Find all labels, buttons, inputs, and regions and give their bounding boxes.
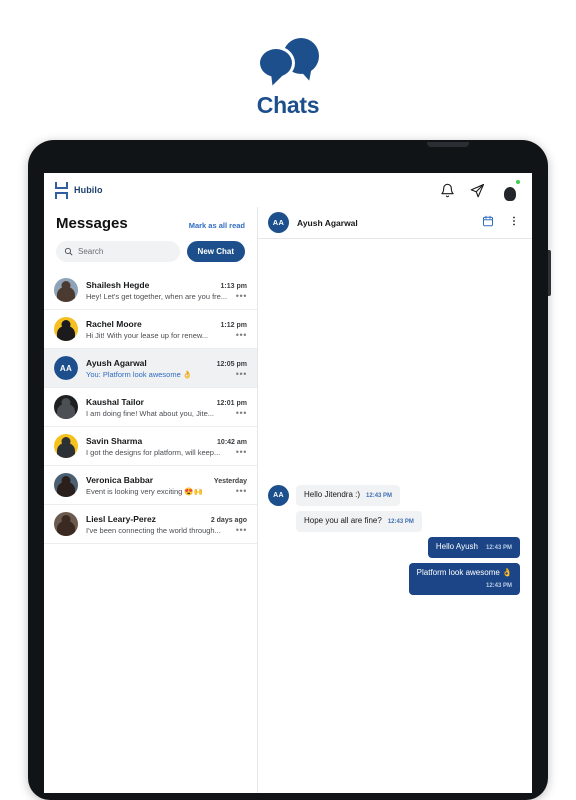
list-item[interactable]: Liesl Leary-Perez 2 days ago I've been con… bbox=[44, 505, 257, 544]
list-item-preview: Hey! Let's get together, when are you fr… bbox=[86, 291, 228, 301]
message-thread: AA Hello Jitendra :) 12:43 PMAA Hope you al… bbox=[258, 239, 532, 793]
list-item-time: 1:12 pm bbox=[220, 321, 247, 329]
device-screen: Hubilo Messages Mark as all read Search … bbox=[44, 173, 532, 793]
avatar bbox=[54, 278, 78, 302]
message-row: AAHope you all are fine?12:43 PM bbox=[268, 511, 520, 532]
list-item-name: Rachel Moore bbox=[86, 318, 142, 329]
tablet-device-frame: Hubilo Messages Mark as all read Search … bbox=[28, 140, 551, 800]
list-item-name: Savin Sharma bbox=[86, 435, 143, 446]
list-item-menu-button[interactable]: ••• bbox=[236, 330, 247, 340]
brand-name-label: Hubilo bbox=[74, 185, 103, 195]
device-camera-notch bbox=[427, 142, 469, 147]
calendar-icon[interactable] bbox=[482, 214, 494, 232]
list-item[interactable]: AA Ayush Agarwal 12:05 pm You: Platform loo… bbox=[44, 349, 257, 388]
device-side-button bbox=[548, 250, 551, 296]
message-row: Platform look awesome 👌 12:43 PM bbox=[268, 562, 520, 595]
message-text: Hello Jitendra :) bbox=[304, 490, 361, 499]
list-item[interactable]: Rachel Moore 1:12 pm Hi Jit! With your lea… bbox=[44, 310, 257, 349]
avatar bbox=[54, 473, 78, 497]
list-item-menu-button[interactable]: ••• bbox=[236, 369, 247, 379]
messages-heading: Messages bbox=[56, 215, 128, 232]
list-item-preview: I got the designs for platform, will kee… bbox=[86, 447, 221, 457]
app-top-bar: Hubilo bbox=[44, 173, 532, 207]
message-bubble: Hope you all are fine? 12:43 PM bbox=[296, 511, 422, 532]
notification-bell-icon[interactable] bbox=[440, 183, 455, 198]
new-chat-button[interactable]: New Chat bbox=[186, 241, 245, 262]
list-item-menu-button[interactable]: ••• bbox=[236, 408, 247, 418]
search-icon bbox=[64, 243, 73, 261]
message-text: Hello Ayush bbox=[435, 542, 478, 551]
list-item[interactable]: Shailesh Hegde 1:13 pm Hey! Let's get toge… bbox=[44, 271, 257, 310]
message-timestamp: 12:43 PM bbox=[387, 519, 414, 525]
list-item-time: 12:01 pm bbox=[216, 399, 247, 407]
messages-list-pane: Messages Mark as all read New Chat bbox=[44, 207, 258, 793]
avatar bbox=[54, 395, 78, 419]
message-bubble: Hello Jitendra :) 12:43 PM bbox=[296, 485, 401, 506]
message-text: Platform look awesome 👌 bbox=[416, 567, 512, 577]
list-item-preview: I am doing fine! What about you, Jite... bbox=[86, 408, 214, 418]
mark-all-read-button[interactable]: Mark as all read bbox=[189, 221, 245, 230]
avatar bbox=[54, 317, 78, 341]
list-item-menu-button[interactable]: ••• bbox=[236, 291, 247, 301]
chat-header-name: Ayush Agarwal bbox=[297, 217, 358, 228]
list-item-name: Shailesh Hegde bbox=[86, 279, 150, 290]
list-item-preview: Event is looking very exciting 😍🙌 bbox=[86, 486, 204, 496]
app-hero: Chats bbox=[0, 0, 576, 130]
avatar bbox=[54, 512, 78, 536]
search-field-wrapper[interactable] bbox=[56, 241, 180, 262]
message-text: Hope you all are fine? bbox=[304, 516, 382, 525]
list-item-menu-button[interactable]: ••• bbox=[236, 486, 247, 496]
message-row: Hello Ayush 12:43 PM bbox=[268, 537, 520, 558]
chat-pane: AA Ayush Agarwal AA Hello Jitendra:) 12… bbox=[258, 207, 532, 793]
list-item-name: Veronica Babbar bbox=[86, 474, 154, 485]
message-timestamp: 12:43 PM bbox=[485, 545, 512, 551]
avatar[interactable] bbox=[500, 179, 521, 200]
message-row: AA Hello Jitendra :) 12:43 PM bbox=[268, 485, 520, 506]
list-item-time: 10:42 am bbox=[217, 438, 247, 446]
list-item-preview: Hi Jit! With your lease up for renew... bbox=[86, 330, 209, 340]
list-item-name: Liesl Leary-Perez bbox=[86, 513, 156, 524]
message-bubble: Platform look awesome 👌 12:43 PM bbox=[408, 562, 520, 595]
more-vertical-icon[interactable] bbox=[508, 214, 520, 232]
message-bubble: Hello Ayush 12:43 PM bbox=[427, 537, 520, 558]
list-item-menu-button[interactable]: ••• bbox=[236, 447, 247, 457]
chat-bubbles-icon bbox=[257, 34, 319, 82]
list-item-time: 12:05 pm bbox=[216, 360, 247, 368]
avatar bbox=[54, 434, 78, 458]
list-item[interactable]: Veronica Babbar Yesterday Event is looking… bbox=[44, 466, 257, 505]
list-item-time: 2 days ago bbox=[210, 516, 247, 524]
list-item-name: Kaushal Tailor bbox=[86, 396, 144, 407]
chat-header: AA Ayush Agarwal bbox=[258, 207, 532, 239]
page-title: Chats bbox=[256, 92, 320, 118]
send-paper-plane-icon[interactable] bbox=[470, 183, 485, 198]
list-item-preview: You: Platform look awesome 👌 bbox=[86, 369, 193, 379]
conversation-list: Shailesh Hegde 1:13 pm Hey! Let's get toge… bbox=[44, 271, 257, 793]
search-input[interactable] bbox=[78, 247, 172, 256]
list-item-name: Ayush Agarwal bbox=[86, 357, 147, 368]
status-badge bbox=[515, 179, 521, 185]
message-timestamp: 12:43 PM bbox=[366, 493, 393, 499]
brand-logo[interactable]: Hubilo bbox=[54, 181, 103, 199]
avatar: AA bbox=[54, 356, 78, 380]
chat-header-avatar: AA bbox=[268, 212, 289, 233]
list-item[interactable]: Savin Sharma 10:42 am I got the designs fo… bbox=[44, 427, 257, 466]
message-avatar: AA bbox=[268, 485, 289, 506]
message-timestamp: 12:43 PM bbox=[485, 582, 512, 589]
hubilo-h-logo-icon bbox=[54, 181, 69, 199]
list-item-preview: I've been connecting the world through..… bbox=[86, 525, 221, 535]
list-item-time: 1:13 pm bbox=[220, 282, 247, 290]
list-item-menu-button[interactable]: ••• bbox=[236, 525, 247, 535]
list-item-time: Yesterday bbox=[213, 477, 247, 485]
list-item[interactable]: Kaushal Tailor 12:01 pm I am doing fine! W… bbox=[44, 388, 257, 427]
